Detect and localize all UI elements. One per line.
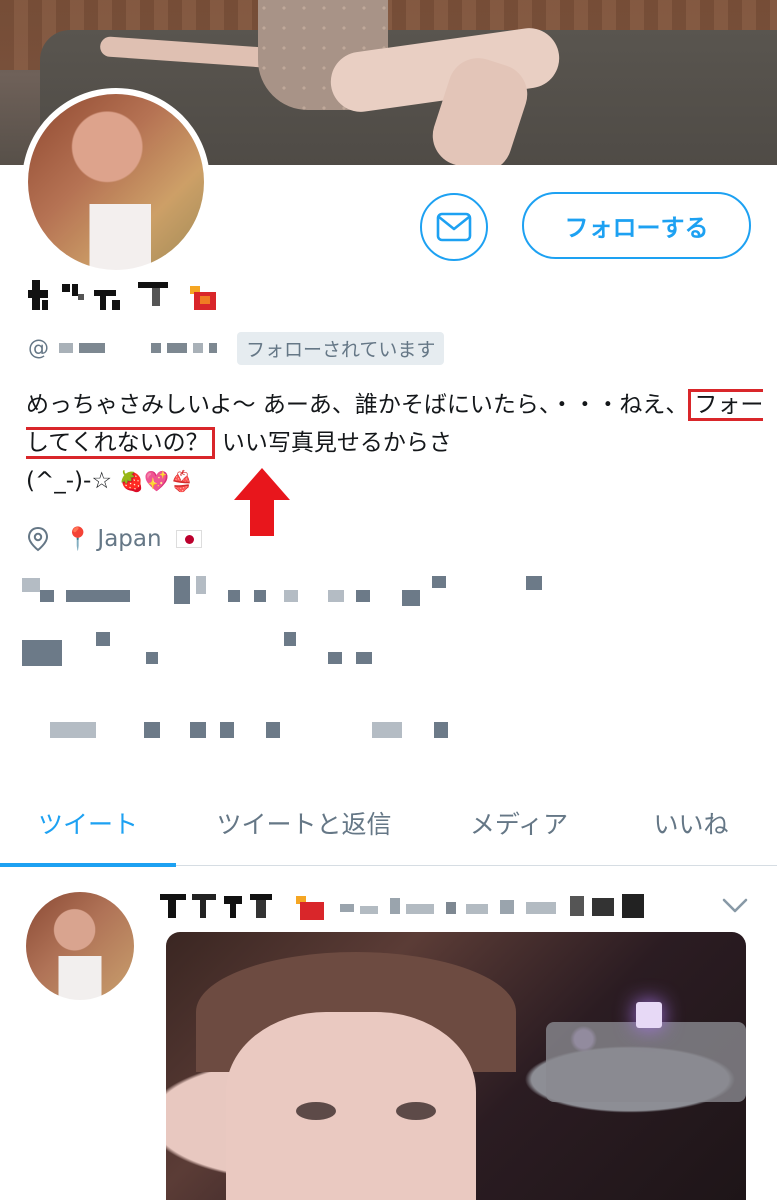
media-eye — [296, 1102, 336, 1120]
bio-emojis: 🍓💖👙 — [119, 469, 194, 493]
japan-flag-icon — [175, 530, 202, 548]
location-text: Japan — [97, 526, 162, 552]
profile-location: 📍 Japan — [26, 522, 202, 556]
follows-you-badge: フォローされています — [237, 331, 445, 365]
avatar-image — [28, 94, 204, 270]
tweet-header-pixelated — [160, 886, 680, 926]
tab-likes[interactable]: いいね — [624, 780, 758, 866]
pixelated-stats-row — [0, 722, 777, 742]
display-name-pixelated — [28, 272, 228, 318]
pixelated-stats-row — [0, 632, 777, 666]
envelope-icon — [436, 212, 472, 242]
red-arrow-annotation-icon — [234, 468, 290, 536]
profile-tabs: ツイート ツイートと返信 メディア いいね — [0, 780, 777, 867]
media-face — [226, 1012, 476, 1200]
handle-row: @ フォローされています — [28, 331, 445, 365]
bio-text: いい写真見せるからさ — [214, 430, 452, 456]
tab-tweets-and-replies[interactable]: ツイートと返信 — [190, 780, 418, 866]
media-light — [636, 1002, 662, 1028]
follow-button[interactable]: フォローする — [522, 192, 751, 259]
pixelated-stats-row — [0, 576, 777, 606]
message-button[interactable] — [420, 193, 488, 261]
media-eye — [396, 1102, 436, 1120]
handle-at: @ — [28, 336, 49, 360]
pixelated-name — [28, 280, 216, 310]
active-tab-indicator — [0, 863, 176, 867]
bio-text: めっちゃさみしいよ〜 あーあ、誰かそばにいたら、・・・ねえ、 — [26, 392, 689, 418]
chevron-down-icon[interactable] — [718, 888, 752, 922]
location-pin-icon — [27, 526, 49, 552]
profile-avatar[interactable] — [22, 88, 210, 276]
media-glass — [546, 1022, 746, 1102]
bio-emoticon: (^_-)-☆ — [26, 468, 120, 494]
tweet-media-image[interactable] — [166, 932, 746, 1200]
handle-pixelated — [59, 343, 217, 353]
tab-tweets[interactable]: ツイート — [0, 780, 176, 866]
pixelated-tweet-author — [160, 894, 644, 920]
tab-media[interactable]: メディア — [446, 780, 592, 866]
profile-bio: めっちゃさみしいよ〜 あーあ、誰かそばにいたら、・・・ねえ、 フォーしてくれないの… — [26, 386, 766, 500]
location-pin-emoji: 📍 — [64, 526, 92, 552]
tweet-avatar[interactable] — [26, 892, 134, 1000]
